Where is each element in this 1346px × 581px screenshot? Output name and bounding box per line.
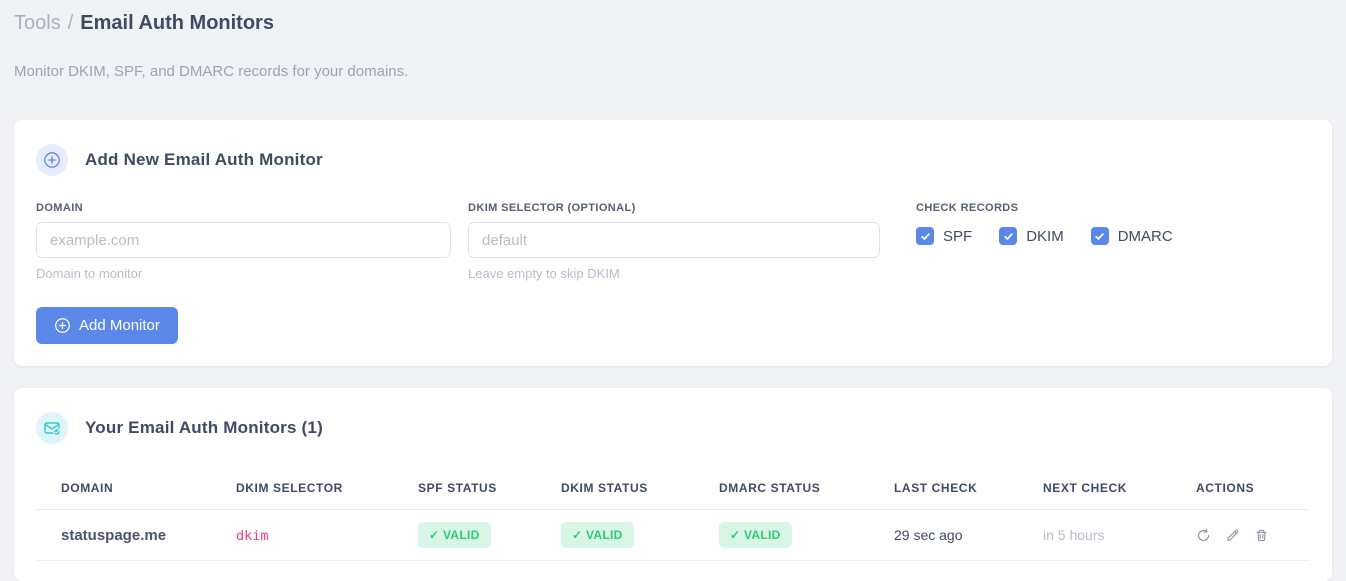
email-auth-monitors-page: Tools / Email Auth Monitors Monitor DKIM, … <box>0 0 1346 581</box>
col-header-next-check: NEXT CHECK <box>1018 466 1171 510</box>
dmarc-checkbox[interactable] <box>1090 227 1109 245</box>
monitors-table: DOMAIN DKIM SELECTOR SPF STATUS DKIM STA… <box>36 466 1310 561</box>
check-records-group: CHECK RECORDS SPF DKIM DMARC <box>916 202 1173 281</box>
col-header-actions: ACTIONS <box>1171 466 1310 510</box>
plus-circle-icon <box>55 318 70 333</box>
edit-icon[interactable] <box>1225 528 1240 543</box>
dkim-checkbox-item[interactable]: DKIM <box>999 227 1064 245</box>
col-header-domain: DOMAIN <box>36 466 211 510</box>
dkim-selector-field-group: DKIM SELECTOR (OPTIONAL) Leave empty to … <box>468 202 880 281</box>
add-monitor-card-title: Add New Email Auth Monitor <box>85 150 323 169</box>
spf-checkbox[interactable] <box>916 227 934 245</box>
breadcrumb-tools-link[interactable]: Tools <box>14 12 61 34</box>
dkim-selector-field-label: DKIM SELECTOR (OPTIONAL) <box>468 202 636 214</box>
delete-icon[interactable] <box>1254 528 1269 543</box>
dkim-checkbox[interactable] <box>999 227 1018 245</box>
domain-input[interactable] <box>36 222 451 258</box>
domain-field-group: DOMAIN Domain to monitor <box>36 202 451 281</box>
monitors-card-header: Your Email Auth Monitors (1) <box>36 412 1310 444</box>
monitors-card-title: Your Email Auth Monitors (1) <box>85 418 323 437</box>
monitor-domain: statuspage.me <box>36 509 211 561</box>
spf-status-badge: ✓ VALID <box>418 522 491 548</box>
check-records-label: CHECK RECORDS <box>916 202 1019 214</box>
table-header-row: DOMAIN DKIM SELECTOR SPF STATUS DKIM STA… <box>36 466 1310 510</box>
dkim-selector-input[interactable] <box>468 222 880 258</box>
plus-circle-icon <box>36 144 68 176</box>
domain-field-helper: Domain to monitor <box>36 266 143 281</box>
mail-check-icon <box>36 412 68 444</box>
breadcrumb: Tools / Email Auth Monitors <box>14 10 1332 36</box>
monitors-table-wrap: DOMAIN DKIM SELECTOR SPF STATUS DKIM STA… <box>36 466 1310 561</box>
checkmark-icon <box>920 232 930 240</box>
monitor-last-check: 29 sec ago <box>869 509 1018 561</box>
checkmark-icon <box>1003 232 1013 240</box>
col-header-spf-status: SPF STATUS <box>393 466 536 510</box>
page-title: Email Auth Monitors <box>80 12 274 34</box>
col-header-last-check: LAST CHECK <box>869 466 1018 510</box>
add-monitor-button-label: Add Monitor <box>79 317 160 334</box>
spf-checkbox-item[interactable]: SPF <box>916 227 972 245</box>
col-header-dkim-selector: DKIM SELECTOR <box>211 466 393 510</box>
dmarc-checkbox-item[interactable]: DMARC <box>1090 227 1173 245</box>
add-monitor-card: Add New Email Auth Monitor DOMAIN Domain… <box>14 120 1332 366</box>
breadcrumb-separator: / <box>67 12 74 34</box>
spf-checkbox-label: SPF <box>943 227 973 245</box>
dmarc-checkbox-label: DMARC <box>1117 227 1173 245</box>
col-header-dkim-status: DKIM STATUS <box>536 466 694 510</box>
dkim-status-badge: ✓ VALID <box>561 522 634 548</box>
dmarc-status-badge: ✓ VALID <box>719 522 792 548</box>
dkim-selector-field-helper: Leave empty to skip DKIM <box>468 266 620 281</box>
add-monitor-form: DOMAIN Domain to monitor DKIM SELECTOR (… <box>36 202 1310 281</box>
col-header-dmarc-status: DMARC STATUS <box>694 466 869 510</box>
page-subtitle: Monitor DKIM, SPF, and DMARC records for… <box>14 63 409 80</box>
add-monitor-button[interactable]: Add Monitor <box>36 307 178 344</box>
monitor-dkim-selector: dkim <box>236 527 269 544</box>
check-records-options: SPF DKIM DMARC <box>916 227 1173 245</box>
monitors-list-card: Your Email Auth Monitors (1) DOMAIN DKIM… <box>14 388 1332 581</box>
dkim-checkbox-label: DKIM <box>1026 227 1064 245</box>
row-actions <box>1196 528 1310 543</box>
refresh-icon[interactable] <box>1196 528 1211 543</box>
monitor-next-check: in 5 hours <box>1018 509 1171 561</box>
add-monitor-card-header: Add New Email Auth Monitor <box>36 144 1310 176</box>
domain-field-label: DOMAIN <box>36 202 84 214</box>
checkmark-icon <box>1095 232 1104 240</box>
table-row: statuspage.me dkim ✓ VALID ✓ VALID ✓ VAL… <box>36 509 1310 561</box>
